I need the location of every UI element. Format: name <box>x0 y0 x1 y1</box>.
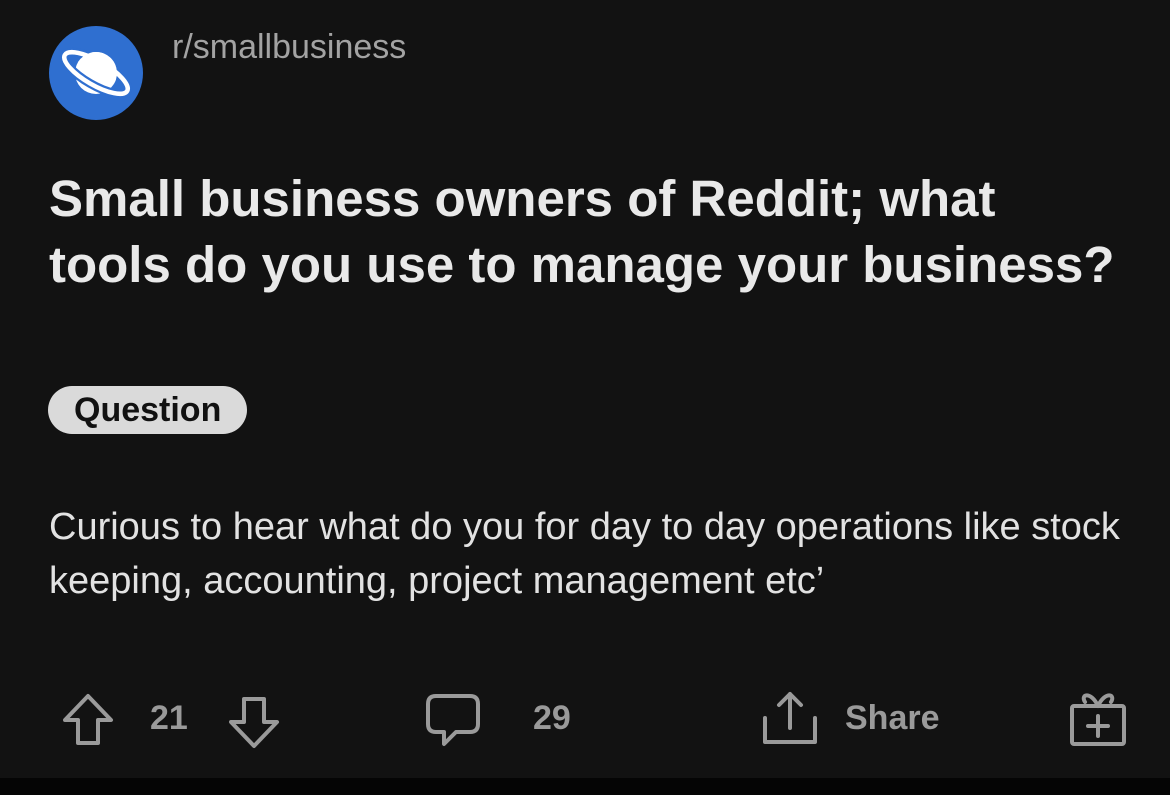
subreddit-name[interactable]: r/smallbusiness <box>172 28 406 67</box>
arrow-down-icon[interactable] <box>226 692 282 752</box>
post-card: r/smallbusiness Small business owners of… <box>0 0 1170 778</box>
post-flair[interactable]: Question <box>48 386 248 434</box>
gift-icon[interactable] <box>1067 688 1129 750</box>
post-title[interactable]: Small business owners of Reddit; what to… <box>49 166 1129 298</box>
subreddit-avatar[interactable] <box>49 26 143 120</box>
divider <box>0 778 1170 795</box>
vote-count: 21 <box>150 699 188 737</box>
share-icon[interactable] <box>760 688 820 748</box>
comment-count: 29 <box>533 699 571 737</box>
action-bar: 21 29 Share <box>0 680 1170 756</box>
arrow-up-icon[interactable] <box>60 690 116 750</box>
share-label[interactable]: Share <box>845 680 940 756</box>
speech-bubble-icon[interactable] <box>424 690 482 750</box>
planet-icon <box>59 47 133 99</box>
post-body: Curious to hear what do you for day to d… <box>49 506 1120 602</box>
